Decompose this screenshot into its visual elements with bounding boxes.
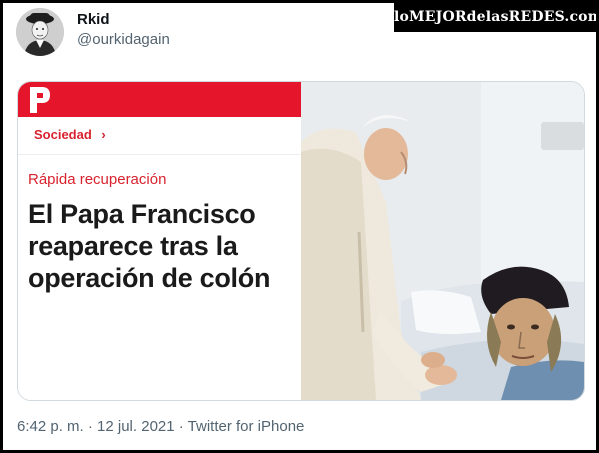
user-handle[interactable]: @ourkidagain: [77, 31, 170, 48]
divider: [18, 154, 301, 155]
article-headline: El Papa Francisco reaparece tras la oper…: [28, 199, 271, 293]
chevron-right-icon: ›: [101, 127, 106, 142]
avatar-image: [16, 8, 64, 56]
display-name[interactable]: Rkid: [77, 11, 110, 28]
article-kicker: Rápida recuperación: [28, 171, 167, 188]
tweet-meta: 6:42 p. m. · 12 jul. 2021 · Twitter for …: [17, 418, 304, 435]
photo-meme: [301, 82, 584, 400]
pope-hospital-photo: [301, 82, 584, 400]
section-link: Sociedad ›: [34, 127, 106, 142]
tweet-card: Rkid @ourkidagain loMEJORdelasREDES.com …: [3, 3, 596, 450]
tweet-media[interactable]: Sociedad › Rápida recuperación El Papa F…: [17, 81, 585, 401]
tweet-source[interactable]: Twitter for iPhone: [188, 418, 305, 435]
meta-separator: ·: [174, 418, 188, 435]
article-screenshot: Sociedad › Rápida recuperación El Papa F…: [18, 82, 301, 400]
watermark: loMEJORdelasREDES.com: [394, 3, 596, 32]
tweet-timestamp[interactable]: 6:42 p. m. · 12 jul. 2021: [17, 418, 175, 435]
newspaper-logo-icon: [30, 87, 50, 113]
avatar[interactable]: [16, 8, 64, 56]
section-label: Sociedad: [34, 127, 92, 142]
newspaper-header: [18, 82, 301, 117]
